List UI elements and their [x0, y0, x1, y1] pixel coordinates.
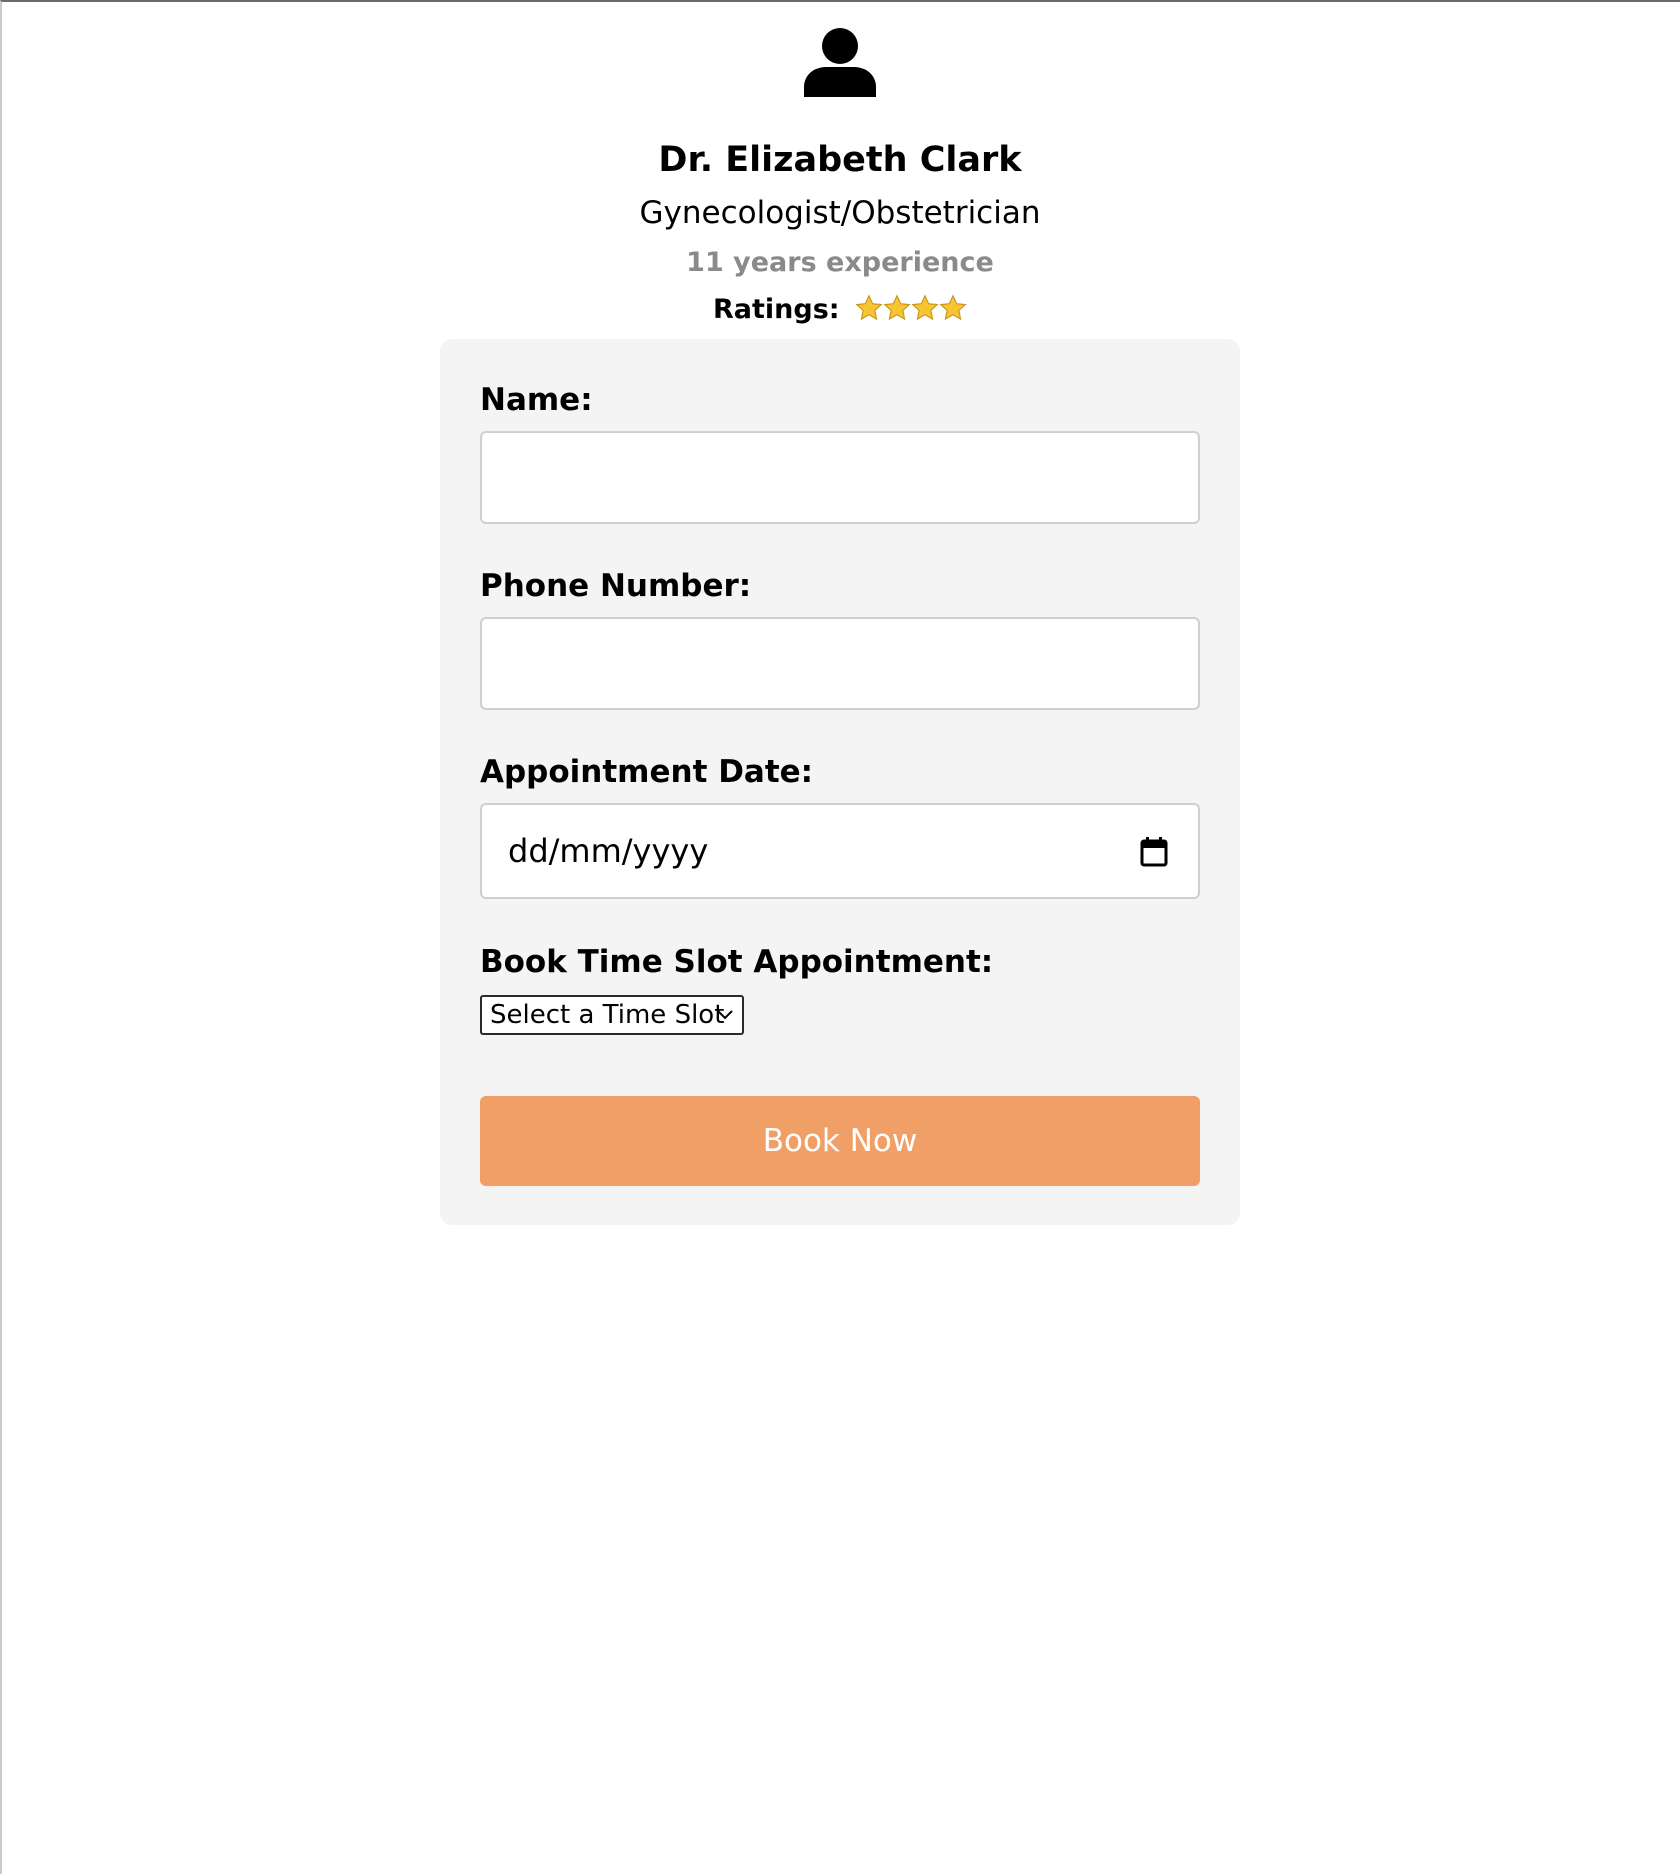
- book-now-button[interactable]: Book Now: [480, 1096, 1200, 1186]
- star-icon: [911, 294, 939, 321]
- rating-stars: [855, 294, 967, 332]
- doctor-name: Dr. Elizabeth Clark: [658, 140, 1022, 180]
- star-icon: [883, 294, 911, 321]
- chevron-down-icon: [717, 1010, 733, 1020]
- doctor-ratings: Ratings:: [0, 292, 1680, 332]
- date-placeholder: dd/mm/yyyy: [508, 832, 709, 870]
- date-label: Appointment Date:: [480, 754, 814, 790]
- name-input[interactable]: [480, 431, 1200, 524]
- time-slot-select[interactable]: Select a Time Slot: [480, 995, 744, 1035]
- name-label: Name:: [480, 382, 593, 418]
- phone-input[interactable]: [480, 617, 1200, 710]
- star-icon: [855, 294, 883, 321]
- star-icon: [939, 294, 967, 321]
- doctor-specialty: Gynecologist/Obstetrician: [639, 195, 1041, 231]
- doctor-experience: 11 years experience: [686, 247, 994, 278]
- booking-form: Name: Phone Number: Appointment Date: dd…: [440, 339, 1240, 1225]
- calendar-icon[interactable]: [1140, 837, 1168, 867]
- ratings-label: Ratings:: [713, 294, 840, 325]
- appointment-date-input[interactable]: dd/mm/yyyy: [480, 803, 1200, 899]
- time-slot-label: Book Time Slot Appointment:: [480, 944, 994, 980]
- user-icon: [804, 28, 876, 97]
- phone-label: Phone Number:: [480, 568, 752, 604]
- time-slot-selected: Select a Time Slot: [490, 1000, 725, 1030]
